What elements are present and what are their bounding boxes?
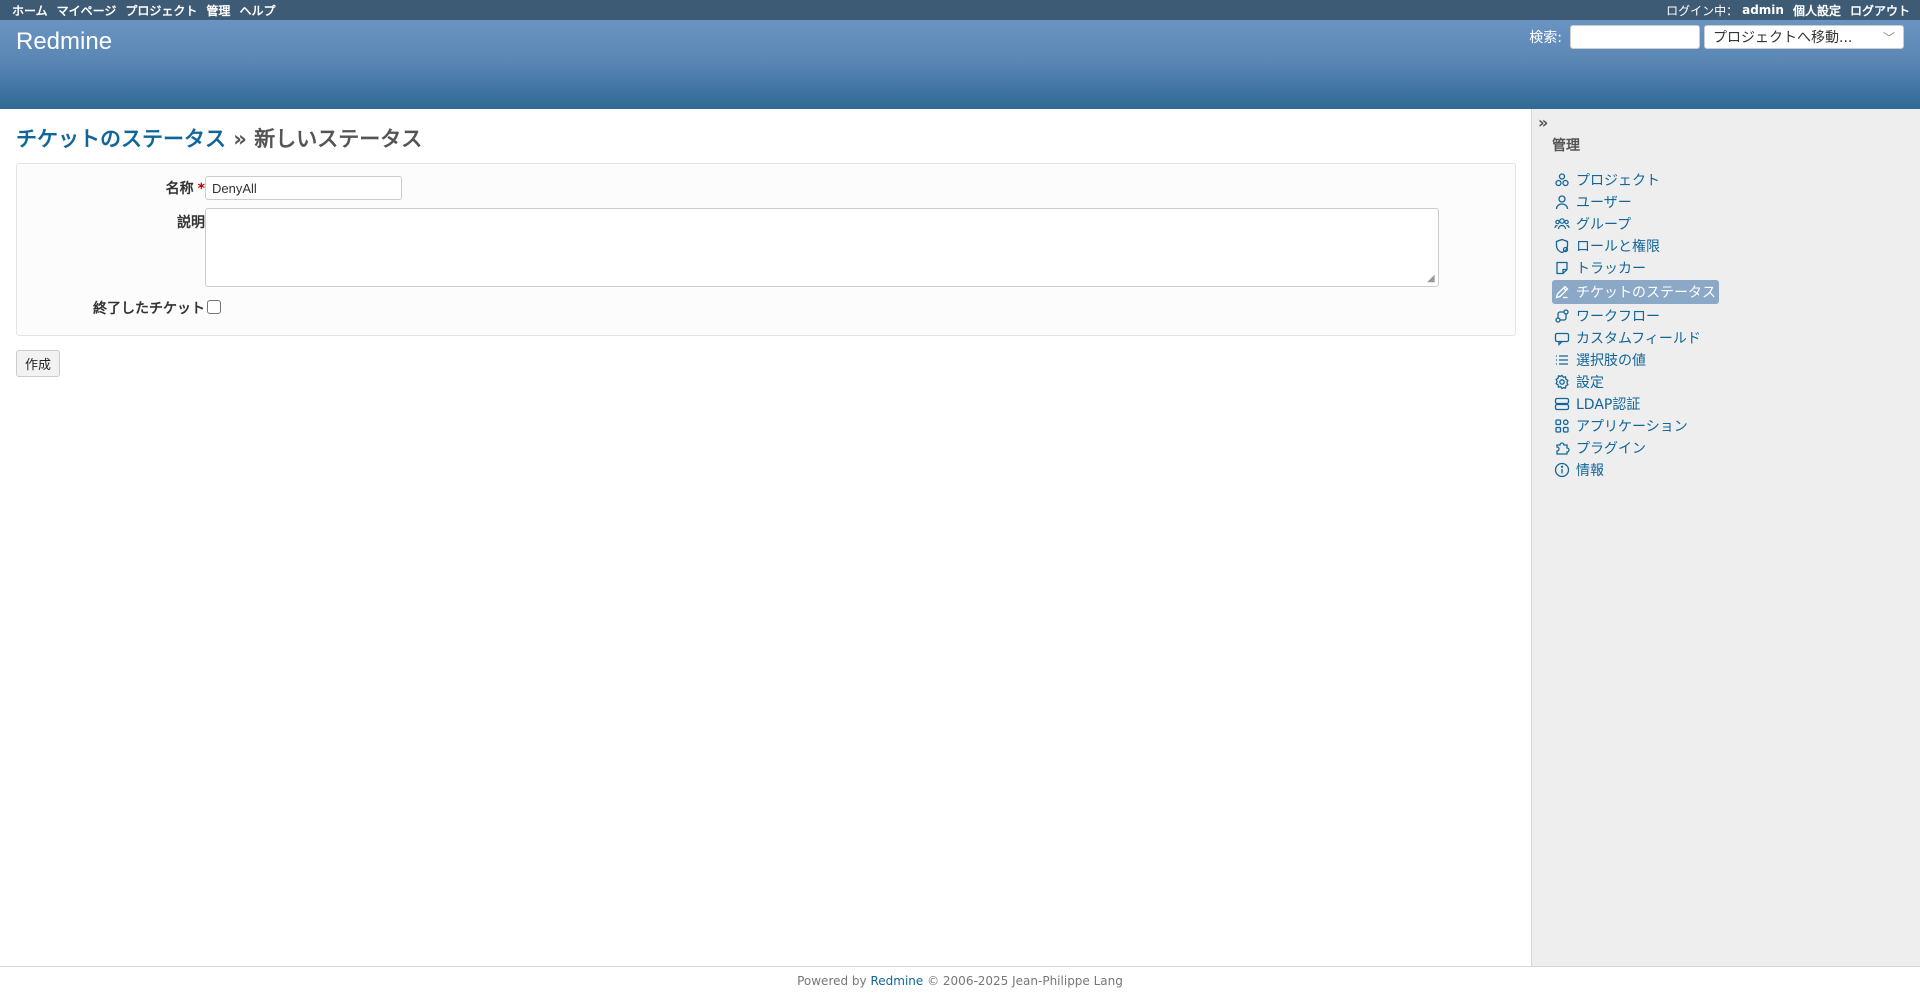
closed-label: 終了したチケット	[93, 301, 205, 317]
chevron-down-icon: ﹀	[1882, 30, 1895, 45]
required-mark: *	[197, 181, 205, 197]
sidebar-item-label: プロジェクト	[1576, 173, 1660, 189]
custom-field-icon	[1554, 332, 1570, 346]
sidebar-toggle-icon[interactable]: »	[1538, 113, 1548, 132]
top-menu: ホーム マイページ プロジェクト 管理 ヘルプ ログイン中： admin 個人設…	[0, 0, 1920, 20]
admin-menu: プロジェクト ユーザー グループ ロールと権限 トラッカー チケットのステータス…	[1552, 169, 1920, 481]
logout-link[interactable]: ログアウト	[1850, 2, 1910, 19]
user-icon	[1555, 195, 1569, 210]
sidebar-item-trackers[interactable]: トラッカー	[1552, 257, 1920, 279]
top-menu-my-page[interactable]: マイページ	[57, 2, 117, 19]
description-label: 説明	[177, 215, 205, 231]
roles-icon	[1555, 238, 1569, 254]
top-menu-projects[interactable]: プロジェクト	[125, 2, 197, 19]
group-icon	[1554, 218, 1570, 230]
name-row: 名称 *	[17, 174, 1515, 208]
projects-icon	[1555, 173, 1569, 187]
quick-search: 検索: プロジェクトへ移動... ﹀	[1529, 25, 1904, 49]
sidebar-item-label: 選択肢の値	[1576, 353, 1646, 369]
footer-copyright: © 2006-2025 Jean-Philippe Lang	[923, 974, 1123, 988]
name-input[interactable]	[205, 176, 402, 200]
sidebar-item-label: LDAP認証	[1576, 397, 1641, 413]
issue-status-icon	[1555, 285, 1569, 299]
description-textarea[interactable]	[205, 208, 1439, 287]
create-button[interactable]: 作成	[16, 350, 61, 377]
sidebar-item-issue-statuses[interactable]: チケットのステータス	[1552, 279, 1920, 305]
project-jump-select[interactable]: プロジェクトへ移動... ﹀	[1704, 25, 1904, 49]
search-input[interactable]	[1570, 25, 1700, 49]
info-icon	[1554, 462, 1570, 478]
sidebar-item-info[interactable]: 情報	[1552, 459, 1920, 481]
sidebar-item-applications[interactable]: アプリケーション	[1552, 415, 1920, 437]
breadcrumb-current: 新しいステータス	[254, 127, 423, 151]
sidebar: » 管理 プロジェクト ユーザー グループ ロールと権限 トラッカー チケットの…	[1531, 109, 1920, 966]
breadcrumb-separator: »	[226, 127, 255, 151]
status-form-box: 名称* 説明 ◢ 終了したチケット	[16, 163, 1516, 336]
top-menu-administration[interactable]: 管理	[206, 2, 230, 19]
sidebar-item-ldap[interactable]: LDAP認証	[1552, 393, 1920, 415]
sidebar-title: 管理	[1552, 138, 1580, 154]
resize-grip-icon[interactable]: ◢	[1427, 274, 1437, 284]
sidebar-item-label: トラッカー	[1576, 261, 1646, 277]
sidebar-item-label: アプリケーション	[1576, 419, 1688, 435]
top-menu-left: ホーム マイページ プロジェクト 管理 ヘルプ	[12, 2, 284, 19]
sidebar-item-label: ワークフロー	[1576, 309, 1660, 325]
sidebar-item-label: プラグイン	[1576, 441, 1646, 457]
footer-redmine-link[interactable]: Redmine	[870, 974, 923, 988]
sidebar-item-label: 情報	[1576, 463, 1604, 479]
footer-prefix: Powered by	[797, 974, 871, 988]
sidebar-item-groups[interactable]: グループ	[1552, 213, 1920, 235]
sidebar-item-label: チケットのステータス	[1576, 285, 1716, 301]
app-title[interactable]: Redmine	[16, 28, 112, 56]
description-row: 説明 ◢	[17, 208, 1515, 294]
sidebar-item-plugins[interactable]: プラグイン	[1552, 437, 1920, 459]
logged-in-label: ログイン中：	[1666, 3, 1739, 18]
sidebar-item-users[interactable]: ユーザー	[1552, 191, 1920, 213]
logged-in-user-link[interactable]: admin	[1742, 3, 1784, 17]
sidebar-item-label: ロールと権限	[1576, 239, 1660, 255]
sidebar-item-custom-fields[interactable]: カスタムフィールド	[1552, 327, 1920, 349]
sidebar-item-label: 設定	[1576, 375, 1604, 391]
apps-icon	[1555, 419, 1569, 433]
sidebar-item-settings[interactable]: 設定	[1552, 371, 1920, 393]
top-menu-home[interactable]: ホーム	[12, 2, 48, 19]
sidebar-item-label: グループ	[1576, 217, 1632, 233]
closed-checkbox[interactable]	[207, 300, 221, 314]
sidebar-item-enumerations[interactable]: 選択肢の値	[1552, 349, 1920, 371]
plugin-icon	[1556, 442, 1570, 455]
sidebar-item-projects[interactable]: プロジェクト	[1552, 169, 1920, 191]
project-jump-label: プロジェクトへ移動...	[1713, 30, 1853, 46]
tracker-icon	[1556, 261, 1568, 275]
closed-row: 終了したチケット	[17, 294, 1515, 328]
server-icon	[1554, 397, 1570, 411]
header: Redmine 検索: プロジェクトへ移動... ﹀	[0, 20, 1920, 109]
breadcrumb-issue-statuses-link[interactable]: チケットのステータス	[16, 127, 226, 151]
name-label: 名称 *	[165, 181, 205, 197]
gear-icon	[1555, 374, 1569, 390]
list-icon	[1556, 355, 1568, 365]
top-menu-help[interactable]: ヘルプ	[239, 2, 275, 19]
sidebar-item-workflow[interactable]: ワークフロー	[1552, 305, 1920, 327]
page-title: チケットのステータス » 新しいステータス	[16, 123, 1515, 153]
search-label: 検索:	[1529, 30, 1562, 46]
my-account-link[interactable]: 個人設定	[1793, 2, 1841, 19]
workflow-icon	[1555, 309, 1569, 323]
main-content: チケットのステータス » 新しいステータス 名称* 説明 ◢ 終了したチケット …	[0, 109, 1531, 966]
sidebar-item-roles[interactable]: ロールと権限	[1552, 235, 1920, 257]
footer: Powered by Redmine © 2006-2025 Jean-Phil…	[0, 966, 1920, 995]
sidebar-item-label: ユーザー	[1576, 195, 1632, 211]
account-menu: ログイン中： admin 個人設定 ログアウト	[1666, 2, 1910, 19]
sidebar-item-label: カスタムフィールド	[1576, 331, 1701, 347]
